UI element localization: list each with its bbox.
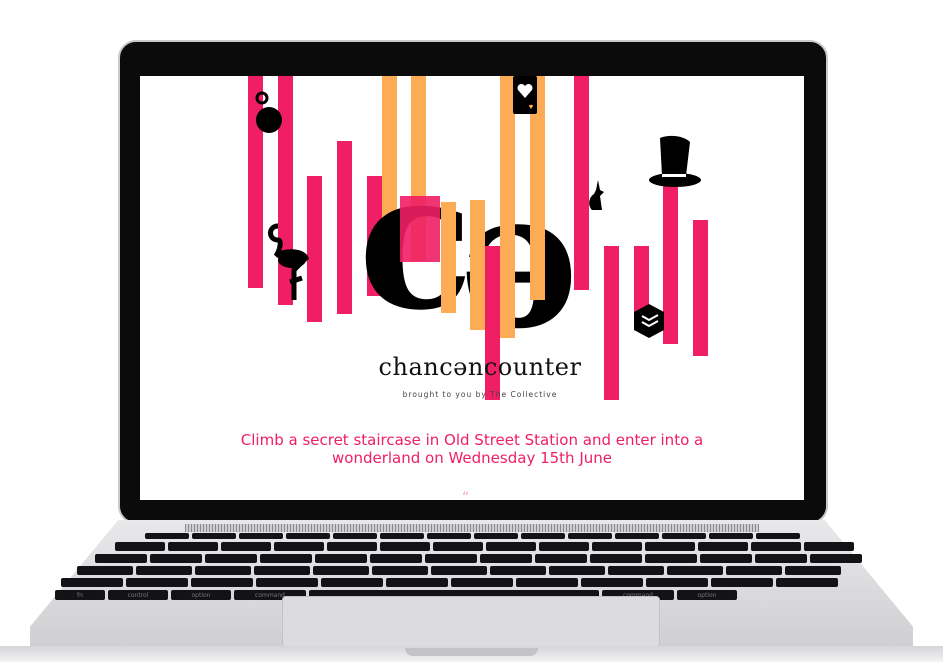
key[interactable] <box>425 554 477 563</box>
key[interactable] <box>192 533 236 539</box>
key[interactable] <box>333 533 377 539</box>
stripe <box>470 200 485 330</box>
key[interactable] <box>549 566 605 575</box>
key[interactable] <box>370 554 422 563</box>
stripe <box>663 180 678 344</box>
key[interactable] <box>433 542 483 551</box>
keyboard-row <box>95 554 862 563</box>
key[interactable] <box>327 542 377 551</box>
key[interactable] <box>700 554 752 563</box>
key[interactable] <box>191 578 253 587</box>
key[interactable] <box>315 554 367 563</box>
key[interactable] <box>451 578 513 587</box>
key[interactable] <box>804 542 854 551</box>
keyboard-row <box>145 533 800 539</box>
key[interactable] <box>608 566 664 575</box>
keyboard-row <box>77 566 841 575</box>
key[interactable] <box>755 554 807 563</box>
key[interactable] <box>662 533 706 539</box>
key-fn[interactable]: fn <box>55 590 105 600</box>
key-option[interactable]: option <box>171 590 231 600</box>
key[interactable] <box>785 566 841 575</box>
key[interactable] <box>486 542 536 551</box>
logo-subtitle: brought to you by The Collective <box>402 390 558 399</box>
key[interactable] <box>372 566 428 575</box>
key[interactable] <box>239 533 283 539</box>
stripe <box>441 202 456 313</box>
lid-notch <box>405 648 538 656</box>
key[interactable] <box>590 554 642 563</box>
key[interactable] <box>810 554 862 563</box>
quote-mark: “ <box>462 490 470 500</box>
keyboard-row <box>61 578 838 587</box>
key[interactable] <box>667 566 723 575</box>
cube-logo-icon <box>634 304 664 338</box>
playing-card-heart-icon <box>513 76 537 114</box>
keyboard: fncontroloptioncommandcommandoption <box>55 533 888 600</box>
key[interactable] <box>711 578 773 587</box>
rabbit-icon <box>589 180 604 210</box>
key[interactable] <box>568 533 612 539</box>
keyboard-row <box>115 542 854 551</box>
key[interactable] <box>646 578 708 587</box>
key[interactable] <box>145 533 189 539</box>
key[interactable] <box>195 566 251 575</box>
key[interactable] <box>115 542 165 551</box>
key[interactable] <box>474 533 518 539</box>
key[interactable] <box>205 554 257 563</box>
stripe <box>337 141 352 314</box>
stripe <box>604 246 619 400</box>
key[interactable] <box>313 566 369 575</box>
key[interactable] <box>431 566 487 575</box>
key[interactable] <box>256 578 318 587</box>
key[interactable] <box>221 542 271 551</box>
key[interactable] <box>136 566 192 575</box>
key[interactable] <box>321 578 383 587</box>
pocket-watch-icon <box>255 91 282 133</box>
flamingo-icon <box>268 223 310 300</box>
top-hat-icon <box>649 135 701 187</box>
key[interactable] <box>581 578 643 587</box>
key[interactable] <box>77 566 133 575</box>
speaker-grille <box>185 524 759 532</box>
hero-tagline: Climb a secret staircase in Old Street S… <box>240 431 704 467</box>
stripe <box>400 196 440 262</box>
key[interactable] <box>480 554 532 563</box>
key[interactable] <box>61 578 123 587</box>
key[interactable] <box>380 542 430 551</box>
key[interactable] <box>126 578 188 587</box>
key[interactable] <box>539 542 589 551</box>
key[interactable] <box>168 542 218 551</box>
key[interactable] <box>776 578 838 587</box>
key[interactable] <box>274 542 324 551</box>
key[interactable] <box>254 566 310 575</box>
key[interactable] <box>150 554 202 563</box>
key[interactable] <box>756 533 800 539</box>
website-screen: c e chancəncounter brought to you by The… <box>140 76 804 500</box>
trackpad <box>282 596 660 648</box>
key[interactable] <box>490 566 546 575</box>
key[interactable] <box>592 542 642 551</box>
key[interactable] <box>95 554 147 563</box>
key[interactable] <box>709 533 753 539</box>
stripe <box>500 76 515 338</box>
key[interactable] <box>516 578 578 587</box>
key[interactable] <box>286 533 330 539</box>
key[interactable] <box>751 542 801 551</box>
key[interactable] <box>615 533 659 539</box>
key[interactable] <box>726 566 782 575</box>
site-logo[interactable]: chancəncounter <box>370 353 590 381</box>
key[interactable] <box>380 533 424 539</box>
key[interactable] <box>427 533 471 539</box>
stripe <box>693 220 708 356</box>
key-control[interactable]: control <box>108 590 168 600</box>
key[interactable] <box>645 542 695 551</box>
key[interactable] <box>645 554 697 563</box>
key[interactable] <box>535 554 587 563</box>
key[interactable] <box>386 578 448 587</box>
key-option[interactable]: option <box>677 590 737 600</box>
key[interactable] <box>521 533 565 539</box>
key[interactable] <box>698 542 748 551</box>
key[interactable] <box>260 554 312 563</box>
